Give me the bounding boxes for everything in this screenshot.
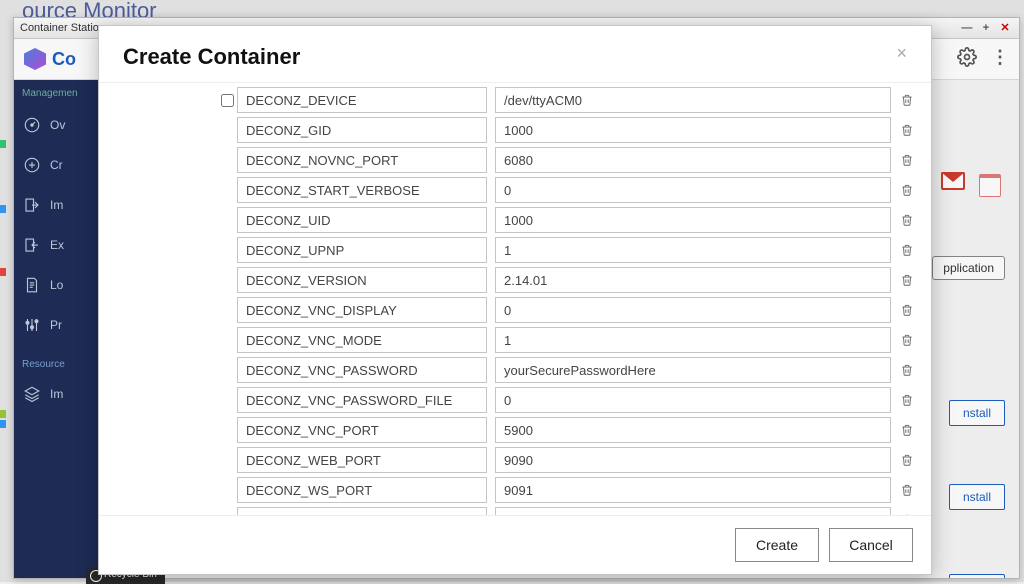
env-value-input[interactable] <box>495 87 891 113</box>
env-name-input[interactable] <box>237 417 487 443</box>
modal-close-button[interactable]: × <box>896 44 907 62</box>
env-var-row <box>217 267 919 293</box>
env-vars-table <box>217 83 919 515</box>
env-name-input[interactable] <box>237 207 487 233</box>
env-value-input[interactable] <box>495 177 891 203</box>
env-row-checkbox[interactable] <box>221 94 234 107</box>
env-value-input[interactable] <box>495 357 891 383</box>
env-name-input[interactable] <box>237 177 487 203</box>
env-value-input[interactable] <box>495 387 891 413</box>
env-value-input[interactable] <box>495 297 891 323</box>
env-var-row <box>217 87 919 113</box>
env-value-input[interactable] <box>495 237 891 263</box>
env-vars-scroll[interactable] <box>217 83 927 515</box>
env-name-input[interactable] <box>237 447 487 473</box>
trash-icon[interactable] <box>898 151 916 169</box>
modal-footer: Create Cancel <box>99 515 931 574</box>
env-value-input[interactable] <box>495 417 891 443</box>
env-name-input[interactable] <box>237 147 487 173</box>
env-var-row <box>217 237 919 263</box>
env-name-input[interactable] <box>237 387 487 413</box>
trash-icon[interactable] <box>898 331 916 349</box>
env-var-row <box>217 357 919 383</box>
env-value-input[interactable] <box>495 507 891 515</box>
trash-icon[interactable] <box>898 391 916 409</box>
trash-icon[interactable] <box>898 211 916 229</box>
env-var-row <box>217 177 919 203</box>
trash-icon[interactable] <box>898 91 916 109</box>
trash-icon[interactable] <box>898 361 916 379</box>
env-name-input[interactable] <box>237 477 487 503</box>
trash-icon[interactable] <box>898 241 916 259</box>
env-value-input[interactable] <box>495 267 891 293</box>
env-name-input[interactable] <box>237 507 487 515</box>
env-var-row <box>217 297 919 323</box>
trash-icon[interactable] <box>898 451 916 469</box>
trash-icon[interactable] <box>898 181 916 199</box>
env-var-row <box>217 447 919 473</box>
env-name-input[interactable] <box>237 297 487 323</box>
env-name-input[interactable] <box>237 117 487 143</box>
env-var-row <box>217 117 919 143</box>
cancel-button[interactable]: Cancel <box>829 528 913 562</box>
env-name-input[interactable] <box>237 87 487 113</box>
modal-title: Create Container <box>123 44 300 70</box>
trash-icon[interactable] <box>898 511 916 516</box>
modal-body <box>99 82 931 515</box>
trash-icon[interactable] <box>898 301 916 319</box>
env-name-input[interactable] <box>237 237 487 263</box>
env-var-row <box>217 507 919 515</box>
env-var-row <box>217 147 919 173</box>
env-value-input[interactable] <box>495 477 891 503</box>
trash-icon[interactable] <box>898 481 916 499</box>
env-var-row <box>217 387 919 413</box>
env-value-input[interactable] <box>495 117 891 143</box>
env-value-input[interactable] <box>495 327 891 353</box>
trash-icon[interactable] <box>898 421 916 439</box>
create-button[interactable]: Create <box>735 528 819 562</box>
trash-icon[interactable] <box>898 271 916 289</box>
env-name-input[interactable] <box>237 327 487 353</box>
trash-icon[interactable] <box>898 121 916 139</box>
env-var-row <box>217 477 919 503</box>
env-name-input[interactable] <box>237 267 487 293</box>
create-container-modal: Create Container × Create Cancel <box>98 25 932 575</box>
env-var-row <box>217 417 919 443</box>
env-value-input[interactable] <box>495 147 891 173</box>
env-name-input[interactable] <box>237 357 487 383</box>
env-value-input[interactable] <box>495 207 891 233</box>
modal-overlay: Create Container × Create Cancel <box>0 0 1024 582</box>
env-var-row <box>217 327 919 353</box>
env-value-input[interactable] <box>495 447 891 473</box>
env-var-row <box>217 207 919 233</box>
